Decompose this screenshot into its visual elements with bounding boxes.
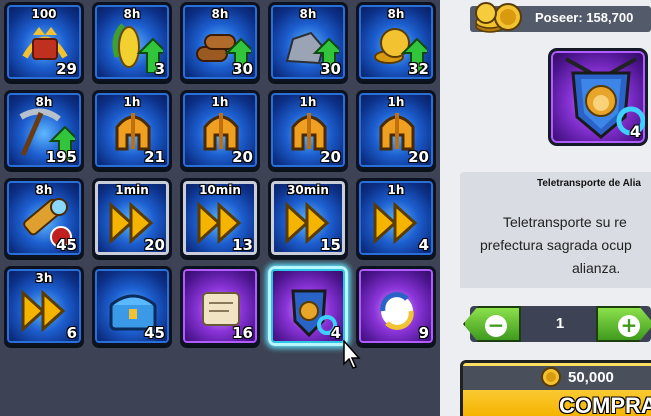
item-count: 20 xyxy=(232,148,253,166)
item-count: 195 xyxy=(45,148,77,166)
item-count: 9 xyxy=(418,324,429,342)
item-count: 13 xyxy=(232,236,253,254)
item-duration: 1min xyxy=(115,183,149,197)
inventory-item-speedup-3h[interactable]: 3h 6 xyxy=(4,266,84,346)
plus-icon: + xyxy=(618,315,640,337)
quantity-value[interactable]: 1 xyxy=(540,315,580,332)
item-duration: 8h xyxy=(211,7,229,21)
inventory-item-corn-boost[interactable]: 8h 3 xyxy=(92,2,172,82)
description-line-3: alianza. xyxy=(572,260,621,276)
item-duration: 1h xyxy=(299,95,317,109)
item-duration: 1h xyxy=(123,95,141,109)
inventory-item-speedup-1h[interactable]: 1h 4 xyxy=(356,178,436,258)
gold-coin-icon xyxy=(541,367,561,387)
coin-stack-icon xyxy=(475,2,522,33)
item-duration: 30min xyxy=(287,183,329,197)
item-count: 16 xyxy=(232,324,253,342)
item-count: 32 xyxy=(408,60,429,78)
item-duration: 100 xyxy=(31,7,57,21)
description-line-2: prefectura sagrada ocup xyxy=(480,237,632,253)
inventory-item-wood-boost[interactable]: 8h 30 xyxy=(180,2,260,82)
item-duration: 1h xyxy=(387,183,405,197)
buy-button[interactable]: 50,000 COMPRA xyxy=(460,360,651,416)
item-count: 45 xyxy=(56,236,77,254)
inventory-item-speedup-30min[interactable]: 30min 15 xyxy=(268,178,348,258)
inventory-item-alliance-teleport[interactable]: 4 xyxy=(268,266,348,346)
inventory-item-stone-boost[interactable]: 8h 30 xyxy=(268,2,348,82)
item-count: 6 xyxy=(66,324,77,342)
inventory-item-chest[interactable]: 45 xyxy=(92,266,172,346)
item-count: 21 xyxy=(144,148,165,166)
item-count: 30 xyxy=(232,60,253,78)
item-duration: 8h xyxy=(35,183,53,197)
item-count: 4 xyxy=(330,324,341,342)
buy-label: COMPRA xyxy=(559,393,651,416)
item-count: 20 xyxy=(320,148,341,166)
item-count: 45 xyxy=(144,324,165,342)
inventory-item-scroll[interactable]: 16 xyxy=(180,266,260,346)
item-duration: 10min xyxy=(199,183,241,197)
inventory-item-speedup-10min[interactable]: 10min 13 xyxy=(180,178,260,258)
inventory-item-speedup-1min[interactable]: 1min 20 xyxy=(92,178,172,258)
inventory-item-helmet-sword[interactable]: 1h 20 xyxy=(268,90,348,170)
item-duration: 8h xyxy=(299,7,317,21)
item-count: 20 xyxy=(408,148,429,166)
mouse-cursor-icon xyxy=(343,340,361,369)
price-value: 50,000 xyxy=(568,369,614,386)
item-count: 15 xyxy=(320,236,341,254)
minus-icon: − xyxy=(485,315,507,337)
inventory-item-vip-crest[interactable]: 100 29 xyxy=(4,2,84,82)
item-count: 29 xyxy=(56,60,77,78)
inventory-item-pickaxe-boost[interactable]: 8h 195 xyxy=(4,90,84,170)
inventory-item-helmet-speed[interactable]: 1h 20 xyxy=(356,90,436,170)
owned-gold-label: Poseer: 158,700 xyxy=(535,10,634,25)
selected-item-count: 4 xyxy=(629,122,641,141)
item-count: 4 xyxy=(418,236,429,254)
item-name: Teletransporte de Alia xyxy=(537,178,641,189)
item-duration: 1h xyxy=(211,95,229,109)
item-duration: 3h xyxy=(35,271,53,285)
item-duration: 1h xyxy=(387,95,405,109)
item-duration: 8h xyxy=(387,7,405,21)
inventory-item-gold-boost[interactable]: 8h 32 xyxy=(356,2,436,82)
item-count: 20 xyxy=(144,236,165,254)
inventory-item-helmet-heart[interactable]: 1h 21 xyxy=(92,90,172,170)
item-duration: 8h xyxy=(35,95,53,109)
item-count: 3 xyxy=(154,60,165,78)
item-count: 30 xyxy=(320,60,341,78)
item-duration: 8h xyxy=(123,7,141,21)
increase-quantity-button[interactable]: + xyxy=(596,306,651,342)
description-line-1: Teletransporte su re xyxy=(503,214,627,230)
inventory-item-spyglass[interactable]: 8h 45 xyxy=(4,178,84,258)
inventory-item-helmet-shield[interactable]: 1h 20 xyxy=(180,90,260,170)
inventory-item-random-teleport[interactable]: 9 xyxy=(356,266,436,346)
selected-item-icon: 4 xyxy=(548,48,648,146)
